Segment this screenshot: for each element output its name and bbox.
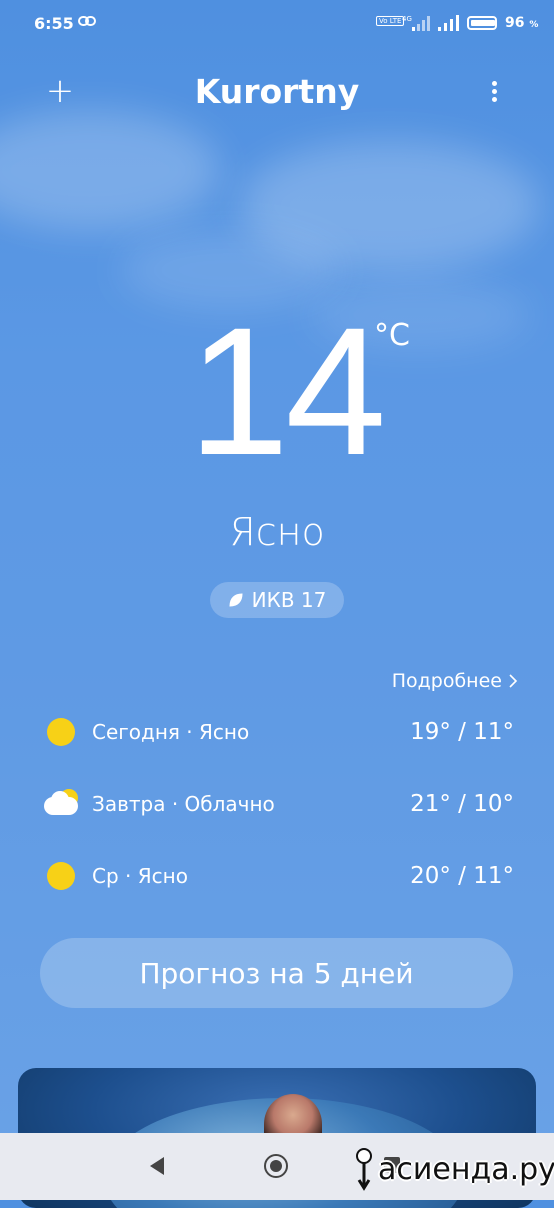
city-name: Kurortny bbox=[194, 72, 360, 111]
more-vertical-icon bbox=[480, 81, 508, 102]
home-icon[interactable] bbox=[264, 1154, 288, 1178]
network-type-label: 4G bbox=[402, 15, 412, 23]
current-condition: Ясно bbox=[229, 510, 325, 554]
aqi-value: ИКВ 17 bbox=[251, 588, 327, 612]
forecast-day-label: Ср · Ясно bbox=[92, 864, 188, 888]
forecast-row-tomorrow[interactable]: Завтра · Облачно 21° / 10° bbox=[42, 784, 514, 824]
link-icon bbox=[78, 16, 96, 26]
forecast-temp-range: 21° / 10° bbox=[410, 791, 514, 817]
aqi-badge[interactable]: ИКВ 17 bbox=[210, 582, 344, 618]
partly-cloudy-icon bbox=[42, 785, 80, 823]
details-link[interactable]: Подробнее bbox=[392, 670, 518, 692]
sun-icon bbox=[42, 857, 80, 895]
signal-icon bbox=[438, 15, 459, 31]
temperature-unit: °C bbox=[374, 318, 410, 353]
forecast-temp-range: 20° / 11° bbox=[410, 863, 514, 889]
leaf-icon bbox=[229, 593, 243, 607]
more-menu-button[interactable] bbox=[480, 78, 508, 108]
chevron-right-icon bbox=[509, 674, 518, 688]
status-bar: 6:55 Vo LTE 4G 96 % bbox=[0, 0, 554, 50]
sun-icon bbox=[42, 713, 80, 751]
forecast-temp-range: 19° / 11° bbox=[410, 719, 514, 745]
forecast-row-wednesday[interactable]: Ср · Ясно 20° / 11° bbox=[42, 856, 514, 896]
site-watermark: асиенда.ру bbox=[354, 1140, 554, 1198]
forecast-day-label: Сегодня · Ясно bbox=[92, 720, 250, 744]
battery-percent: 96 % bbox=[505, 15, 539, 31]
forecast-day-label: Завтра · Облачно bbox=[92, 792, 275, 816]
pin-icon bbox=[356, 1148, 372, 1191]
status-time: 6:55 bbox=[34, 14, 74, 33]
details-link-label: Подробнее bbox=[391, 670, 502, 692]
back-icon[interactable] bbox=[150, 1157, 164, 1175]
current-temperature: 14 bbox=[188, 289, 386, 493]
battery-icon bbox=[467, 16, 497, 30]
watermark-text: асиенда.ру bbox=[378, 1151, 554, 1187]
five-day-forecast-button[interactable]: Прогноз на 5 дней bbox=[40, 938, 513, 1008]
forecast-row-today[interactable]: Сегодня · Ясно 19° / 11° bbox=[42, 712, 514, 752]
signal-4g-icon: 4G bbox=[402, 15, 430, 31]
volte-badge: Vo LTE bbox=[376, 16, 405, 26]
